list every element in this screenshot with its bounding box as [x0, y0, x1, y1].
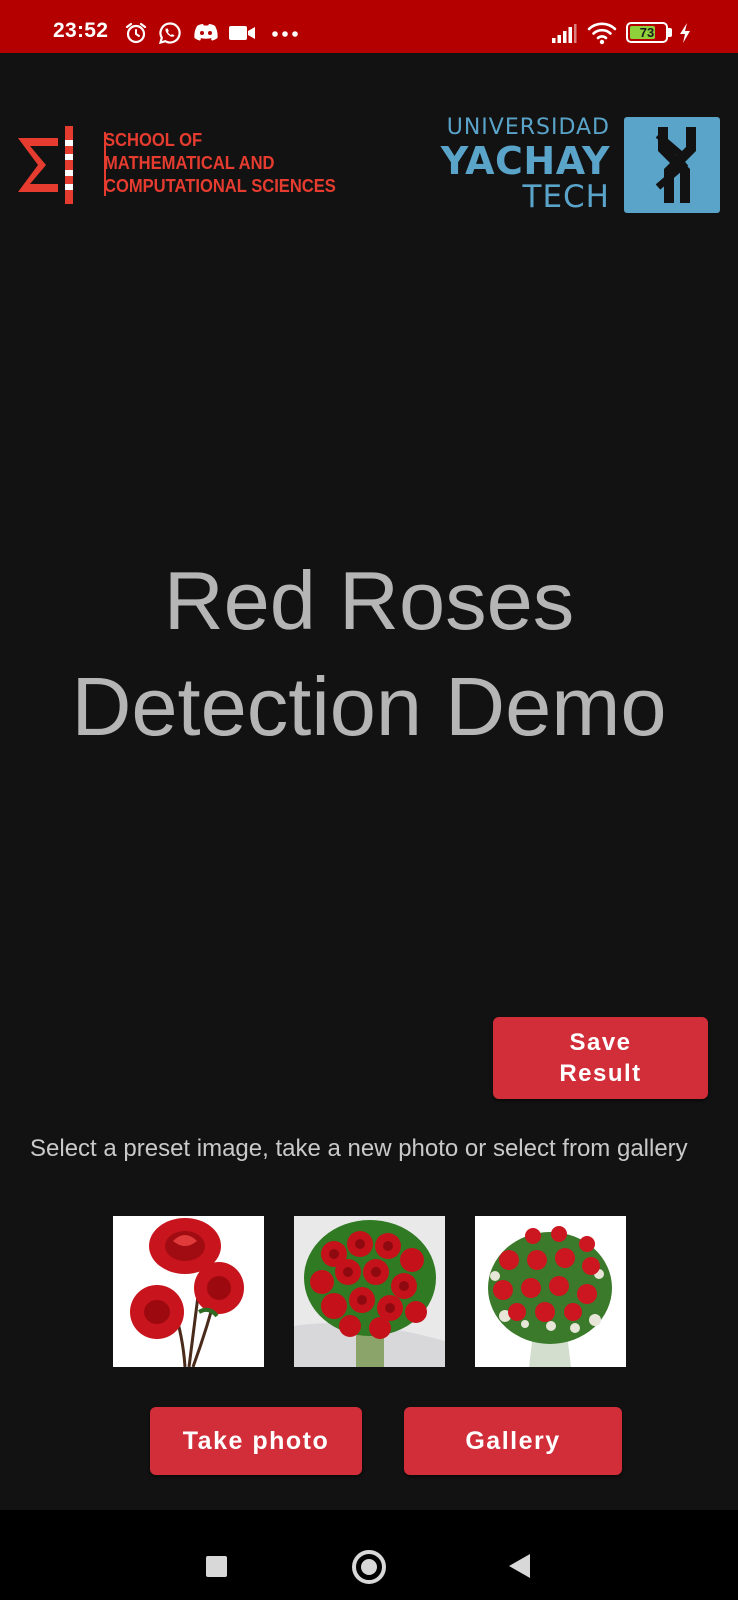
preset-image-roses-bouquet[interactable] — [294, 1216, 445, 1367]
preset-image-roses-three-stems[interactable] — [113, 1216, 264, 1367]
preset-image-roses-vase[interactable] — [475, 1216, 626, 1367]
signal-icon — [552, 24, 577, 43]
page-title-line2: Detection Demo — [71, 660, 667, 753]
save-result-button[interactable]: Save Result — [493, 1017, 708, 1099]
video-camera-icon — [229, 26, 255, 40]
school-logo-line: COMPUTATIONAL SCIENCES — [104, 176, 336, 196]
recent-apps-icon[interactable] — [206, 1556, 227, 1577]
yachay-logo-mark-icon — [624, 117, 720, 213]
alarm-icon — [125, 22, 147, 44]
school-logo-mark-icon — [18, 126, 73, 204]
yachay-logo-line1: UNIVERSIDAD — [446, 115, 610, 140]
status-time: 23:52 — [53, 19, 109, 42]
school-logo-line: SCHOOL OF — [104, 130, 203, 150]
page-title: Red Roses Detection Demo — [0, 548, 738, 760]
save-result-label-line1: Save — [569, 1029, 632, 1056]
yachay-logo-line3: TECH — [522, 179, 610, 215]
battery-icon: 73 — [626, 22, 668, 43]
more-dots-icon — [272, 31, 298, 37]
discord-icon — [194, 24, 218, 41]
yachay-logo-line2: YACHAY — [440, 139, 610, 183]
school-logo: SCHOOL OF MATHEMATICAL AND COMPUTATIONAL… — [16, 124, 346, 208]
school-logo-line: MATHEMATICAL AND — [104, 153, 275, 173]
page-title-line1: Red Roses — [163, 554, 575, 647]
back-icon[interactable] — [509, 1554, 530, 1578]
instructions-text: Select a preset image, take a new photo … — [30, 1135, 688, 1162]
whatsapp-icon — [158, 22, 181, 45]
gallery-button[interactable]: Gallery — [404, 1407, 622, 1475]
school-logo-text: SCHOOL OF MATHEMATICAL AND COMPUTATIONAL… — [104, 129, 336, 198]
wifi-icon — [587, 22, 617, 45]
save-result-label-line2: Result — [559, 1060, 642, 1087]
charging-bolt-icon — [680, 23, 690, 43]
battery-level: 73 — [639, 25, 655, 40]
yachay-tech-logo: UNIVERSIDAD YACHAY TECH — [428, 113, 728, 217]
status-bar: 23:52 73 — [0, 0, 738, 53]
battery-tip — [668, 28, 672, 37]
home-icon[interactable] — [352, 1550, 386, 1584]
navigation-bar — [0, 1510, 738, 1600]
take-photo-button[interactable]: Take photo — [150, 1407, 362, 1475]
